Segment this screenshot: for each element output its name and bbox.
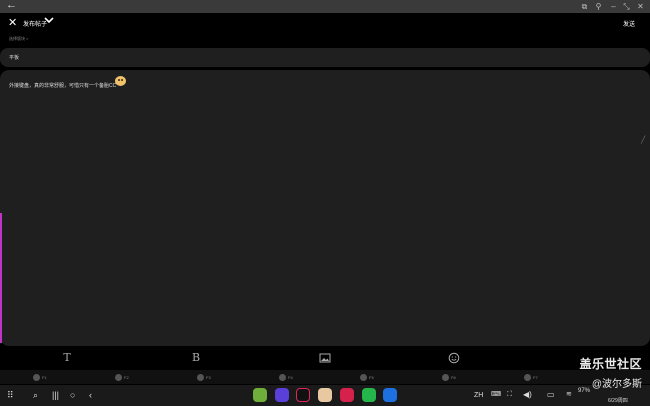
back-icon[interactable]: ‹: [89, 388, 92, 402]
arrow-left-icon[interactable]: ←: [6, 0, 17, 11]
recents-icon[interactable]: |||: [52, 388, 59, 402]
home-icon[interactable]: ○: [70, 388, 75, 402]
emoji-icon[interactable]: [448, 352, 460, 364]
app-icon-5[interactable]: [340, 388, 354, 402]
fkey-icon: [279, 373, 286, 381]
image-icon[interactable]: [319, 352, 331, 364]
bold-button[interactable]: B: [190, 352, 202, 364]
fkey-icon: [33, 373, 40, 381]
keyboard-icon[interactable]: ⌨: [491, 388, 501, 402]
text-style-button[interactable]: T: [61, 352, 73, 364]
fkey-f3[interactable]: F3: [197, 372, 211, 382]
fkey-icon: [360, 373, 367, 381]
app-header: ✕ 发布帖子 发送: [0, 13, 650, 33]
select-board-link[interactable]: 选择版块 >: [9, 36, 28, 42]
fkey-icon: [442, 373, 449, 381]
fkey-f7[interactable]: F7: [524, 372, 538, 382]
app-icon-2[interactable]: [275, 388, 289, 402]
function-key-bar: F1 F2 F3 F4 F5 F6 F7: [0, 370, 650, 384]
side-accent-bar: [0, 213, 2, 343]
window-title-bar: ← ⧉ ⚲ – ⤡ ✕: [0, 0, 650, 13]
wifi-icon: ≋: [566, 391, 572, 398]
close-icon[interactable]: ✕: [8, 16, 17, 29]
minimize-icon[interactable]: –: [609, 2, 618, 11]
dog-emoji-icon: [115, 76, 126, 86]
post-title-field[interactable]: 平板: [0, 48, 650, 67]
post-content-text: 外接键盘，真的非常舒服，可惜只有一个备胎CC: [9, 83, 117, 89]
volume-icon[interactable]: ◀): [523, 388, 532, 402]
app-icon-4[interactable]: [318, 388, 332, 402]
close-window-icon[interactable]: ✕: [636, 2, 645, 11]
app-icon-7[interactable]: [383, 388, 397, 402]
chevron-down-icon[interactable]: [44, 15, 54, 25]
app-drawer-icon[interactable]: ⠿: [7, 388, 14, 402]
post-title-text: 平板: [9, 55, 20, 61]
watermark-line-1: 盖乐世社区: [579, 357, 642, 371]
fkey-icon: [115, 373, 122, 381]
fkey-f4[interactable]: F4: [279, 372, 293, 382]
watermark: 盖乐世社区 @波尔多斯: [579, 355, 642, 390]
search-icon[interactable]: ⌕: [33, 388, 38, 402]
watermark-line-2: @波尔多斯: [591, 379, 642, 390]
resize-icon[interactable]: ⤡: [622, 2, 631, 11]
editor-toolbar: T B: [0, 347, 650, 369]
fkey-icon: [197, 373, 204, 381]
pin-icon[interactable]: ⚲: [594, 2, 603, 11]
resize-handle-icon[interactable]: ╱: [641, 136, 647, 144]
fkey-f6[interactable]: F6: [442, 372, 456, 382]
fkey-f2[interactable]: F2: [115, 372, 129, 382]
multiwindow-icon[interactable]: ⧉: [580, 2, 589, 11]
wechat-icon[interactable]: [362, 388, 376, 402]
input-language-indicator[interactable]: ZH: [474, 392, 483, 399]
fkey-f5[interactable]: F5: [360, 372, 374, 382]
publish-button[interactable]: 发送: [623, 19, 635, 28]
tiktok-icon[interactable]: [296, 388, 310, 402]
clock-date: 6/29周四: [608, 398, 628, 404]
screenshot-icon[interactable]: ⛶: [507, 388, 512, 402]
post-content-field[interactable]: 外接键盘，真的非常舒服，可惜只有一个备胎CC ╱: [0, 70, 650, 346]
fkey-f1[interactable]: F1: [33, 372, 47, 382]
taskbar: ⠿ ⌕ ||| ○ ‹ ZH ⌨ ⛶ ◀) ▭ ≋ 97% 6/29周四: [0, 385, 650, 406]
notification-icon[interactable]: ▭: [547, 388, 555, 402]
app-icon-1[interactable]: [253, 388, 267, 402]
fkey-icon: [524, 373, 531, 381]
